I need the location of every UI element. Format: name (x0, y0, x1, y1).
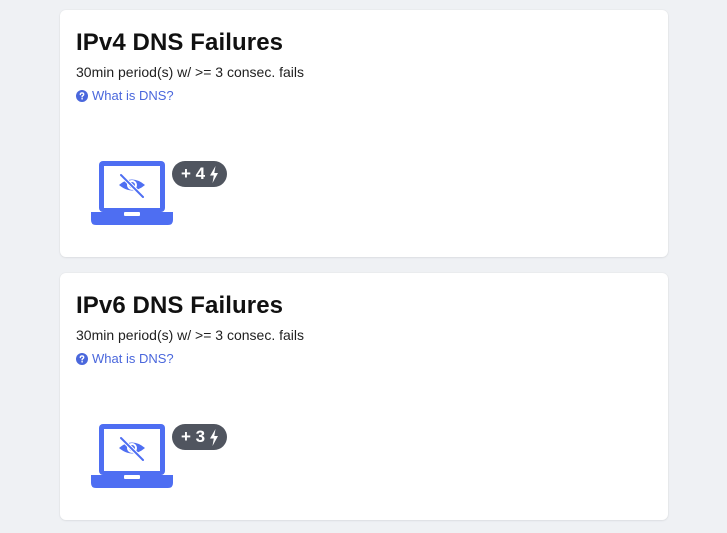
ipv6-dns-failures-card: IPv6 DNS Failures 30min period(s) w/ >= … (60, 273, 668, 520)
ipv4-dns-failures-card: IPv4 DNS Failures 30min period(s) w/ >= … (60, 10, 668, 257)
card-subtitle: 30min period(s) w/ >= 3 consec. fails (76, 327, 304, 343)
badge-count: + 4 (181, 164, 206, 183)
help-link-label: What is DNS? (92, 351, 174, 366)
card-subtitle: 30min period(s) w/ >= 3 consec. fails (76, 64, 304, 80)
failure-count-badge[interactable]: + 3 (172, 424, 228, 450)
laptop-eye-slash-icon (91, 424, 173, 488)
what-is-dns-link[interactable]: What is DNS? (76, 88, 174, 103)
help-link-label: What is DNS? (92, 88, 174, 103)
what-is-dns-link[interactable]: What is DNS? (76, 351, 174, 366)
badge-count: + 3 (181, 427, 206, 446)
card-title: IPv4 DNS Failures (76, 29, 284, 56)
card-title: IPv6 DNS Failures (76, 292, 284, 319)
failure-count-badge[interactable]: + 4 (172, 161, 228, 187)
lightning-bolt-icon (210, 165, 219, 183)
question-circle-icon (76, 89, 88, 102)
question-circle-icon (76, 352, 88, 365)
laptop-eye-slash-icon (91, 161, 173, 225)
lightning-bolt-icon (210, 428, 219, 446)
